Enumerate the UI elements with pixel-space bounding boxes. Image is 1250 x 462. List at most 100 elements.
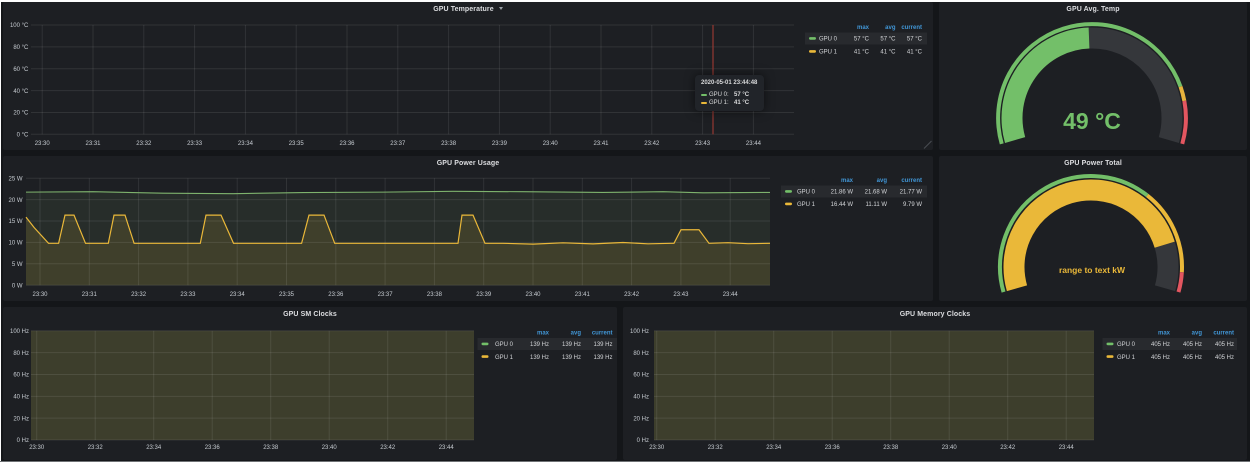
svg-text:405 Hz: 405 Hz xyxy=(1183,342,1202,348)
svg-text:0 Hz: 0 Hz xyxy=(17,438,29,444)
svg-text:139 Hz: 139 Hz xyxy=(530,342,549,348)
svg-text:GPU 1: GPU 1 xyxy=(495,355,514,361)
svg-text:23:44: 23:44 xyxy=(1059,445,1075,451)
svg-text:23:31: 23:31 xyxy=(85,141,101,147)
svg-text:57 °C: 57 °C xyxy=(907,37,923,43)
svg-text:23:32: 23:32 xyxy=(131,292,147,298)
svg-text:23:41: 23:41 xyxy=(593,141,609,147)
svg-text:405 Hz: 405 Hz xyxy=(1151,342,1170,348)
svg-text:23:30: 23:30 xyxy=(32,292,48,298)
svg-text:23:44: 23:44 xyxy=(439,445,455,451)
svg-text:41 °C: 41 °C xyxy=(880,50,896,56)
svg-text:GPU 1: GPU 1 xyxy=(797,202,816,208)
svg-text:0 W: 0 W xyxy=(12,283,23,289)
svg-text:avg: avg xyxy=(885,25,896,31)
svg-text:23:36: 23:36 xyxy=(339,141,355,147)
svg-text:23:42: 23:42 xyxy=(1000,445,1016,451)
svg-text:405 Hz: 405 Hz xyxy=(1215,355,1234,361)
svg-text:23:36: 23:36 xyxy=(328,292,344,298)
svg-text:23:43: 23:43 xyxy=(673,292,689,298)
svg-text:15 W: 15 W xyxy=(8,219,22,225)
svg-text:23:30: 23:30 xyxy=(29,445,45,451)
svg-text:60 Hz: 60 Hz xyxy=(13,373,29,379)
svg-text:0 °C: 0 °C xyxy=(17,133,29,139)
svg-text:21.68 W: 21.68 W xyxy=(865,190,888,196)
svg-text:405 Hz: 405 Hz xyxy=(1215,342,1234,348)
svg-text:80 Hz: 80 Hz xyxy=(13,351,29,357)
svg-text:57 °C: 57 °C xyxy=(854,37,870,43)
svg-text:23:32: 23:32 xyxy=(136,141,152,147)
svg-text:avg: avg xyxy=(1192,331,1203,337)
svg-text:139 Hz: 139 Hz xyxy=(562,355,581,361)
svg-text:405 Hz: 405 Hz xyxy=(1151,355,1170,361)
svg-text:max: max xyxy=(857,25,870,31)
svg-text:23:35: 23:35 xyxy=(279,292,295,298)
svg-text:21.77 W: 21.77 W xyxy=(900,190,923,196)
svg-text:23:36: 23:36 xyxy=(205,445,221,451)
svg-text:23:37: 23:37 xyxy=(390,141,406,147)
svg-text:23:42: 23:42 xyxy=(380,445,396,451)
svg-text:23:33: 23:33 xyxy=(180,292,196,298)
svg-text:23:41: 23:41 xyxy=(575,292,591,298)
svg-text:23:39: 23:39 xyxy=(476,292,492,298)
svg-text:20 Hz: 20 Hz xyxy=(633,416,649,422)
svg-text:range to text kW: range to text kW xyxy=(1059,265,1126,275)
svg-text:100 Hz: 100 Hz xyxy=(10,329,29,335)
svg-text:avg: avg xyxy=(877,178,888,184)
svg-text:57 °C: 57 °C xyxy=(880,37,896,43)
svg-text:60 Hz: 60 Hz xyxy=(633,373,649,379)
svg-text:GPU 0: GPU 0 xyxy=(797,190,816,196)
svg-text:23:40: 23:40 xyxy=(322,445,338,451)
svg-text:GPU 0: GPU 0 xyxy=(819,37,838,43)
svg-text:20 °C: 20 °C xyxy=(13,111,29,117)
svg-text:100 Hz: 100 Hz xyxy=(630,329,649,335)
svg-text:23:35: 23:35 xyxy=(289,141,305,147)
svg-text:23:32: 23:32 xyxy=(88,445,104,451)
svg-text:80 °C: 80 °C xyxy=(13,45,29,51)
svg-text:23:40: 23:40 xyxy=(525,292,541,298)
svg-text:20 Hz: 20 Hz xyxy=(13,416,29,422)
svg-text:10 W: 10 W xyxy=(8,241,22,247)
svg-text:139 Hz: 139 Hz xyxy=(593,342,612,348)
svg-text:23:30: 23:30 xyxy=(649,445,665,451)
svg-text:current: current xyxy=(901,178,922,184)
svg-text:GPU 1: GPU 1 xyxy=(1117,355,1136,361)
svg-text:139 Hz: 139 Hz xyxy=(562,342,581,348)
svg-text:41 °C: 41 °C xyxy=(854,50,870,56)
svg-text:405 Hz: 405 Hz xyxy=(1183,355,1202,361)
svg-text:40 Hz: 40 Hz xyxy=(633,395,649,401)
svg-text:current: current xyxy=(1213,331,1234,337)
svg-text:16.44 W: 16.44 W xyxy=(831,202,854,208)
svg-text:23:42: 23:42 xyxy=(644,141,660,147)
svg-text:23:38: 23:38 xyxy=(883,445,899,451)
svg-text:25 W: 25 W xyxy=(8,176,22,182)
svg-text:avg: avg xyxy=(571,331,582,337)
svg-text:23:37: 23:37 xyxy=(378,292,394,298)
svg-text:23:34: 23:34 xyxy=(146,445,162,451)
svg-text:60 °C: 60 °C xyxy=(13,67,29,73)
svg-text:current: current xyxy=(592,331,613,337)
svg-text:49 °C: 49 °C xyxy=(1063,108,1121,134)
svg-text:23:31: 23:31 xyxy=(82,292,98,298)
svg-text:23:40: 23:40 xyxy=(942,445,958,451)
svg-text:23:34: 23:34 xyxy=(230,292,246,298)
svg-text:23:33: 23:33 xyxy=(187,141,203,147)
svg-text:GPU 1: GPU 1 xyxy=(819,50,838,56)
svg-text:GPU 0: GPU 0 xyxy=(495,342,514,348)
svg-text:23:36: 23:36 xyxy=(825,445,841,451)
svg-text:23:38: 23:38 xyxy=(263,445,279,451)
svg-text:23:44: 23:44 xyxy=(746,141,762,147)
svg-text:9.79 W: 9.79 W xyxy=(903,202,922,208)
svg-text:23:38: 23:38 xyxy=(427,292,443,298)
svg-text:GPU 0: GPU 0 xyxy=(1117,342,1136,348)
svg-text:139 Hz: 139 Hz xyxy=(593,355,612,361)
svg-text:23:40: 23:40 xyxy=(543,141,559,147)
svg-text:40 Hz: 40 Hz xyxy=(13,395,29,401)
svg-text:11.11 W: 11.11 W xyxy=(866,202,888,208)
svg-text:23:34: 23:34 xyxy=(766,445,782,451)
svg-text:80 Hz: 80 Hz xyxy=(633,351,649,357)
svg-text:41 °C: 41 °C xyxy=(907,50,923,56)
svg-text:23:39: 23:39 xyxy=(492,141,508,147)
svg-text:max: max xyxy=(537,331,550,337)
svg-text:5 W: 5 W xyxy=(12,262,23,268)
